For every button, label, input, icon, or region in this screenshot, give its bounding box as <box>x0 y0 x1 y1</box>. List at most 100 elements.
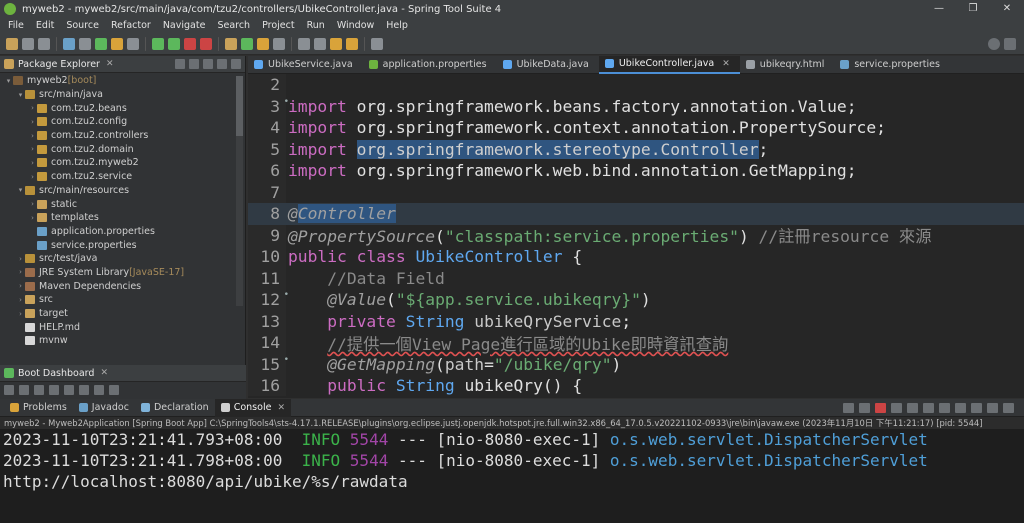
tree-vertical-scrollbar[interactable] <box>236 76 243 306</box>
bottom-tab-javadoc[interactable]: Javadoc <box>73 399 135 417</box>
word-wrap-icon[interactable] <box>923 403 934 413</box>
debug-icon[interactable] <box>152 37 164 50</box>
display-console-icon[interactable] <box>955 403 966 413</box>
clear-console-icon[interactable] <box>891 403 902 413</box>
editor-tab[interactable]: UbikeController.java ✕ <box>598 55 740 74</box>
tree-item[interactable]: ▾ src/main/java <box>0 88 245 102</box>
menu-search[interactable]: Search <box>211 20 256 31</box>
editor-tab[interactable]: service.properties <box>834 56 950 74</box>
tree-item[interactable]: service.properties <box>0 238 245 252</box>
tree-item[interactable]: ▾ myweb2 [boot] <box>0 74 245 88</box>
editor-tab[interactable]: UbikeData.java <box>497 56 599 74</box>
tree-item[interactable]: › static <box>0 197 245 211</box>
maximize-view-icon[interactable] <box>1003 403 1014 413</box>
forward-icon[interactable] <box>346 37 358 50</box>
maximize-view-icon[interactable] <box>231 59 241 69</box>
menu-navigate[interactable]: Navigate <box>157 20 212 31</box>
expand-arrow-icon[interactable]: › <box>28 132 37 140</box>
boot-dashboard-tab[interactable]: Boot Dashboard ✕ <box>0 365 246 382</box>
add-icon[interactable] <box>109 385 119 395</box>
filter-icon[interactable] <box>94 385 104 395</box>
editor-tab[interactable]: UbikeService.java <box>248 56 363 74</box>
code-editor[interactable]: 2 3 • import org.springframework.beans.fact… <box>248 74 1024 396</box>
bottom-tab-console[interactable]: Console ✕ <box>214 398 291 417</box>
open-browser-icon[interactable] <box>49 385 59 395</box>
new-icon[interactable] <box>6 37 18 50</box>
tree-item[interactable]: › Maven Dependencies <box>0 279 245 293</box>
back-icon[interactable] <box>330 37 342 50</box>
close-button[interactable]: ✕ <box>990 0 1024 18</box>
next-annotation-icon[interactable] <box>298 37 310 50</box>
tree-item[interactable]: › JRE System Library [JavaSE-17] <box>0 266 245 280</box>
properties-icon[interactable] <box>79 385 89 395</box>
fold-marker-icon[interactable]: • <box>284 290 289 300</box>
expand-arrow-icon[interactable]: › <box>16 310 25 318</box>
close-icon[interactable]: ✕ <box>100 368 108 378</box>
close-tab-icon[interactable]: ✕ <box>277 403 285 413</box>
build-icon[interactable] <box>79 37 91 50</box>
menu-help[interactable]: Help <box>380 20 414 31</box>
menu-run[interactable]: Run <box>301 20 331 31</box>
bottom-tab-problems[interactable]: Problems <box>4 399 73 417</box>
scroll-lock-icon[interactable] <box>907 403 918 413</box>
external-tools-icon[interactable] <box>200 37 212 50</box>
tree-item[interactable]: › com.tzu2.service <box>0 170 245 184</box>
restart-icon[interactable] <box>4 385 14 395</box>
save-icon[interactable] <box>22 37 34 50</box>
tree-item[interactable]: › com.tzu2.domain <box>0 142 245 156</box>
tree-item[interactable]: › com.tzu2.config <box>0 115 245 129</box>
tree-item[interactable]: mvnw <box>0 334 245 348</box>
new-class-icon[interactable] <box>241 37 253 50</box>
tree-item[interactable]: › com.tzu2.beans <box>0 101 245 115</box>
bottom-tab-declaration[interactable]: Declaration <box>135 399 215 417</box>
expand-arrow-icon[interactable]: › <box>28 159 37 167</box>
pin-editor-icon[interactable] <box>371 37 383 50</box>
menu-refactor[interactable]: Refactor <box>105 20 157 31</box>
expand-arrow-icon[interactable]: › <box>28 104 37 112</box>
tree-item[interactable]: › src/test/java <box>0 252 245 266</box>
pilcrow-icon[interactable] <box>127 37 139 50</box>
run-icon[interactable] <box>168 37 180 50</box>
tree-item[interactable]: › com.tzu2.myweb2 <box>0 156 245 170</box>
save-all-icon[interactable] <box>38 37 50 50</box>
tree-item[interactable]: HELP.md <box>0 320 245 334</box>
open-console-icon[interactable] <box>971 403 982 413</box>
terminal-icon[interactable] <box>63 37 75 50</box>
menu-file[interactable]: File <box>2 20 30 31</box>
package-explorer-tab[interactable]: Package Explorer ✕ <box>0 56 245 73</box>
search-toolbar-icon[interactable] <box>273 37 285 50</box>
editor-tab[interactable]: ubikeqry.html <box>740 56 835 74</box>
expand-arrow-icon[interactable]: › <box>28 145 37 153</box>
tree-item[interactable]: application.properties <box>0 225 245 239</box>
menu-window[interactable]: Window <box>331 20 380 31</box>
prev-annotation-icon[interactable] <box>314 37 326 50</box>
tree-item[interactable]: › templates <box>0 211 245 225</box>
tree-item[interactable]: ▾ src/main/resources <box>0 184 245 198</box>
link-editor-icon[interactable] <box>189 59 199 69</box>
editor-tab[interactable]: application.properties <box>363 56 497 74</box>
console-output[interactable]: 2023-11-10T23:21:41.793+08:00 INFO 5544 … <box>0 429 1024 492</box>
menu-edit[interactable]: Edit <box>30 20 60 31</box>
tree-item[interactable]: › src <box>0 293 245 307</box>
tree-item[interactable]: › target <box>0 307 245 321</box>
minimize-view-icon[interactable] <box>217 59 227 69</box>
expand-arrow-icon[interactable]: › <box>28 200 37 208</box>
collapse-arrow-icon[interactable]: ▾ <box>16 186 25 194</box>
tree-item[interactable]: › com.tzu2.controllers <box>0 129 245 143</box>
minimize-button[interactable]: — <box>922 0 956 18</box>
collapse-all-icon[interactable] <box>175 59 185 69</box>
toggle-mark-icon[interactable] <box>111 37 123 50</box>
maximize-button[interactable]: ❐ <box>956 0 990 18</box>
expand-arrow-icon[interactable]: › <box>16 255 25 263</box>
fold-marker-icon[interactable]: • <box>284 355 289 365</box>
search-icon[interactable] <box>988 37 1000 50</box>
perspective-icon[interactable] <box>1004 37 1016 50</box>
debug-restart-icon[interactable] <box>19 385 29 395</box>
stop-icon[interactable] <box>184 37 196 50</box>
expand-arrow-icon[interactable]: › <box>16 296 25 304</box>
expand-arrow-icon[interactable]: › <box>28 214 37 222</box>
close-icon[interactable]: ✕ <box>106 59 114 69</box>
console-icon[interactable] <box>64 385 74 395</box>
expand-arrow-icon[interactable]: › <box>16 268 25 276</box>
terminate-icon[interactable] <box>875 403 886 413</box>
